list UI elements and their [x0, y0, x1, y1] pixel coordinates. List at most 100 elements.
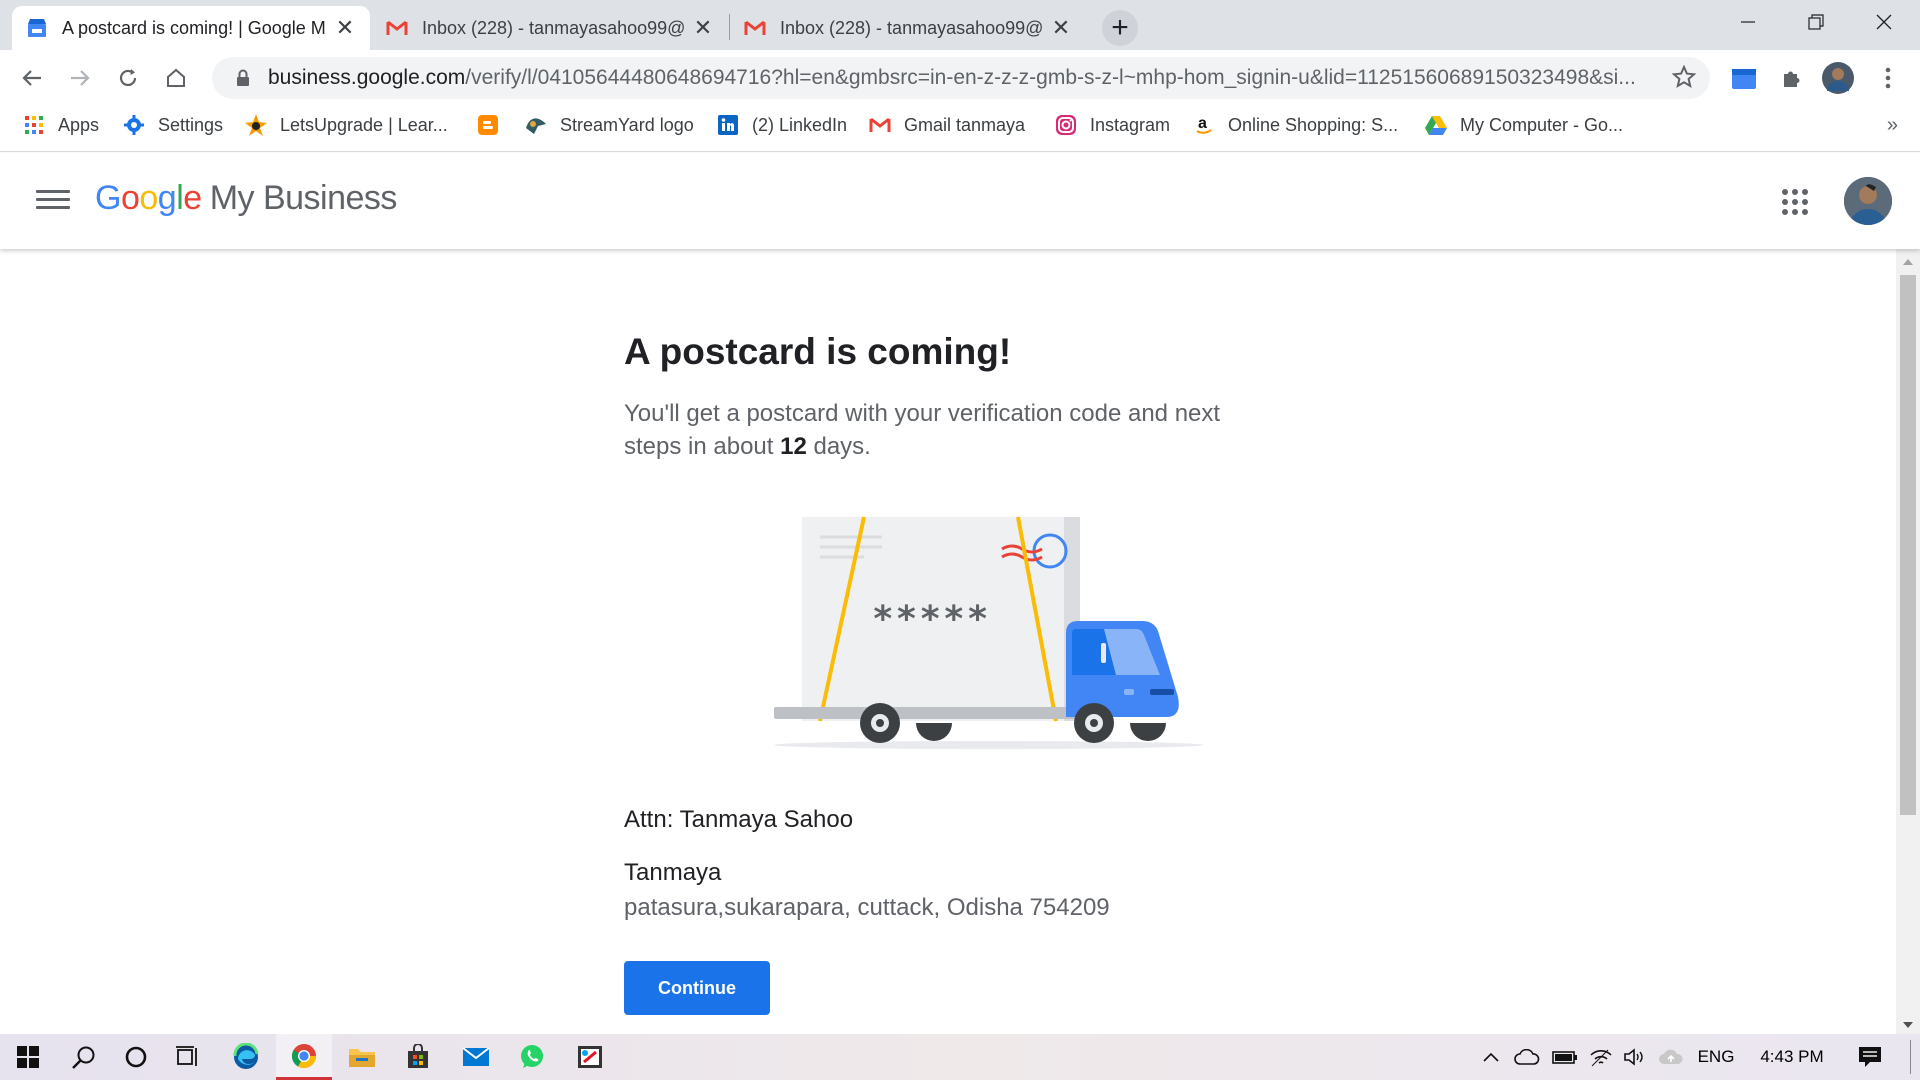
home-button[interactable] [156, 58, 196, 98]
store-icon [408, 1044, 428, 1068]
show-hidden-icons-button[interactable] [1476, 1034, 1506, 1080]
google-apps-icon[interactable] [1782, 189, 1808, 215]
new-tab-button[interactable]: + [1102, 10, 1138, 46]
close-tab-icon[interactable]: ✕ [1050, 15, 1072, 40]
profile-avatar-icon[interactable] [1822, 62, 1854, 94]
tab-inbox-2[interactable]: Inbox (228) - tanmayasahoo99@ ✕ [730, 6, 1086, 50]
volume-tray-button[interactable] [1618, 1034, 1652, 1080]
browser-tab-strip: A postcard is coming! | Google M ✕ Inbox… [0, 0, 1920, 50]
snipping-tool-taskbar-button[interactable] [562, 1034, 618, 1080]
task-view-button[interactable] [160, 1034, 216, 1080]
logo-letter: o [120, 179, 140, 217]
bookmark-google-drive[interactable]: My Computer - Go... [1424, 106, 1623, 144]
battery-tray-button[interactable] [1548, 1034, 1582, 1080]
bookmark-apps[interactable]: Apps [22, 106, 99, 144]
cortana-button[interactable] [108, 1034, 164, 1080]
bookmark-settings[interactable]: Settings [122, 106, 223, 144]
close-window-button[interactable] [1850, 0, 1918, 44]
tab-title: Inbox (228) - tanmayasahoo99@ [780, 17, 1042, 38]
bookmark-label: (2) LinkedIn [752, 114, 848, 135]
main-content: A postcard is coming! You'll get a postc… [0, 249, 1896, 1034]
gmb-store-icon [26, 17, 48, 39]
gmail-icon [744, 17, 766, 39]
scrollbar-thumb[interactable] [1900, 275, 1916, 815]
address-name: Tanmaya [624, 859, 722, 886]
bookmarks-overflow-button[interactable]: » [1887, 114, 1898, 137]
continue-button[interactable]: Continue [624, 961, 770, 1015]
mail-icon [462, 1047, 490, 1066]
bookmark-instagram[interactable]: Instagram [1054, 106, 1170, 144]
back-button[interactable] [12, 58, 52, 98]
logo-letter: l [176, 179, 184, 217]
bookmark-amazon[interactable]: a Online Shopping: S... [1192, 106, 1398, 144]
scroll-up-arrow-icon[interactable] [1896, 255, 1920, 269]
svg-text:a: a [1198, 115, 1207, 132]
address-line: patasura,sukarapara, cuttack, Odisha 754… [624, 894, 1110, 921]
extension-calendar-icon[interactable] [1728, 62, 1760, 94]
linkedin-icon [716, 113, 740, 137]
description-text: You'll get a postcard with your verifica… [624, 400, 1221, 460]
start-button[interactable] [0, 1034, 56, 1080]
address-bar[interactable]: business.google.com/verify/l/04105644480… [212, 57, 1710, 99]
days-count: 12 [780, 433, 807, 460]
bookmark-star-icon[interactable] [1671, 64, 1697, 94]
search-icon [72, 1046, 95, 1069]
bookmark-label: Online Shopping: S... [1228, 114, 1399, 135]
microsoft-store-taskbar-button[interactable] [390, 1034, 446, 1080]
restore-button[interactable] [1782, 0, 1850, 44]
wifi-icon [1590, 1049, 1612, 1067]
whatsapp-taskbar-button[interactable] [504, 1034, 560, 1080]
forward-button[interactable] [60, 58, 100, 98]
bookmark-gmail[interactable]: Gmail tanmaya [868, 106, 1025, 144]
bookmark-letsupgrade[interactable]: LetsUpgrade | Lear... [244, 106, 448, 144]
chrome-menu-icon[interactable] [1872, 62, 1904, 94]
search-button[interactable] [56, 1034, 112, 1080]
postcard-code: ***** [872, 599, 990, 640]
bookmark-streamyard[interactable]: StreamYard logo [524, 106, 694, 144]
logo-letter: e [183, 179, 202, 217]
action-center-button[interactable] [1848, 1034, 1892, 1080]
amazon-icon: a [1192, 113, 1216, 137]
mail-taskbar-button[interactable] [448, 1034, 504, 1080]
verification-description: You'll get a postcard with your verifica… [624, 397, 1264, 463]
cloud-upload-tray-button[interactable] [1654, 1034, 1688, 1080]
url-path: /verify/l/04105644480648694716?hl=en&gmb… [465, 66, 1636, 89]
account-avatar[interactable] [1844, 177, 1892, 225]
gmail-icon [868, 113, 892, 137]
tab-gmb[interactable]: A postcard is coming! | Google M ✕ [12, 6, 370, 50]
tab-title: Inbox (228) - tanmayasahoo99@ [422, 17, 684, 38]
edge-taskbar-button[interactable] [218, 1034, 274, 1080]
product-name: My Business [209, 179, 398, 217]
main-menu-icon[interactable] [36, 185, 70, 215]
bookmark-label: LetsUpgrade | Lear... [280, 114, 448, 135]
extensions-puzzle-icon[interactable] [1776, 62, 1808, 94]
tab-inbox-1[interactable]: Inbox (228) - tanmayasahoo99@ ✕ [372, 6, 728, 50]
bookmark-label: Gmail tanmaya [904, 114, 1026, 135]
bookmark-blogger[interactable] [476, 106, 512, 144]
home-icon [167, 68, 185, 87]
back-arrow-icon [22, 70, 41, 86]
clock[interactable]: 4:43 PM [1748, 1034, 1836, 1080]
onedrive-tray-button[interactable] [1510, 1034, 1544, 1080]
bookmark-linkedin[interactable]: (2) LinkedIn [716, 106, 847, 144]
scroll-down-arrow-icon[interactable] [1896, 1018, 1920, 1032]
speaker-icon [1624, 1048, 1643, 1066]
blogger-icon [476, 113, 500, 137]
bookmark-label: Instagram [1090, 114, 1171, 135]
chevron-up-icon [1483, 1052, 1499, 1062]
description-text: days. [806, 433, 871, 460]
show-desktop-divider[interactable] [1910, 1040, 1911, 1074]
minimize-button[interactable] [1714, 0, 1782, 44]
cloud-upload-icon [1659, 1049, 1683, 1064]
reload-button[interactable] [108, 58, 148, 98]
page-scrollbar[interactable] [1896, 249, 1920, 1034]
google-my-business-logo[interactable]: Google My Business [95, 179, 397, 218]
close-tab-icon[interactable]: ✕ [334, 15, 356, 40]
chrome-taskbar-button[interactable] [276, 1034, 332, 1080]
network-tray-button[interactable] [1584, 1034, 1618, 1080]
cortana-icon [125, 1046, 147, 1068]
close-tab-icon[interactable]: ✕ [692, 15, 714, 40]
language-indicator[interactable]: ENG [1692, 1034, 1740, 1080]
gear-icon [122, 113, 146, 137]
file-explorer-taskbar-button[interactable] [334, 1034, 390, 1080]
